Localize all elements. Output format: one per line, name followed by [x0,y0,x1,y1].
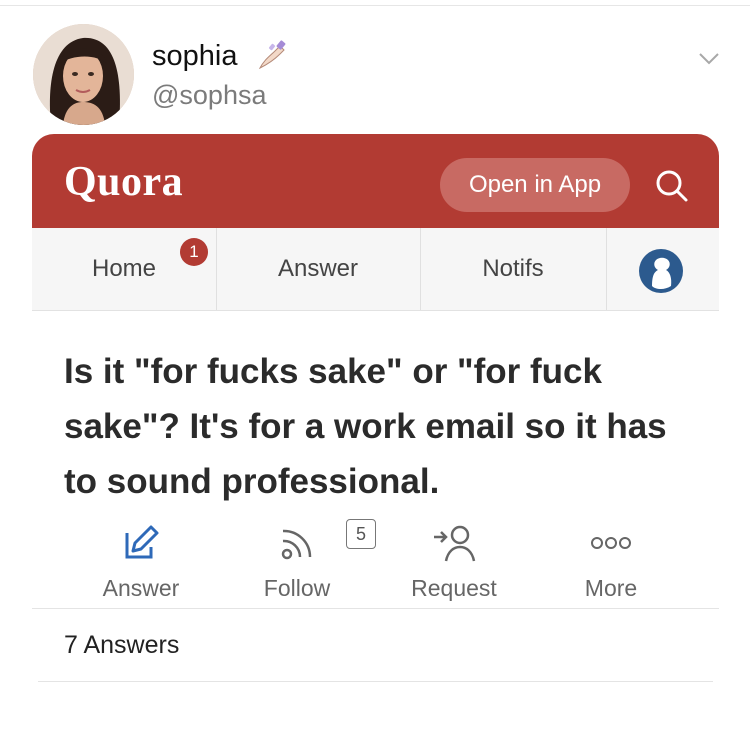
pencil-icon [76,521,206,565]
nav-home-label: Home [91,255,157,282]
top-divider [0,5,750,6]
more-dots-icon [546,521,676,565]
more-action-label: More [584,575,638,601]
notification-badge: 1 [180,238,208,266]
request-action[interactable]: Request [389,521,519,602]
open-in-app-button[interactable]: Open in App [440,158,630,212]
nail-polish-icon [256,38,290,77]
follow-count: 5 [346,519,376,549]
more-action[interactable]: More [546,521,676,602]
avatar[interactable] [33,24,134,125]
answer-action[interactable]: Answer [76,521,206,602]
handle[interactable]: @sophsa [152,80,266,111]
display-name[interactable]: sophia [152,40,237,73]
nav-answer-label: Answer [277,255,359,282]
nav-notifs[interactable]: Notifs [420,228,606,310]
rss-icon [232,521,362,565]
section-divider [32,608,719,609]
question-title[interactable]: Is it "for fucks sake" or "for fuck sake… [64,344,684,509]
nav-divider [606,228,607,310]
quora-header: Quora Open in App [32,134,719,228]
search-icon[interactable] [652,166,692,206]
quora-card: Quora Open in App Home 1 Answer Notifs I… [32,134,719,694]
bottom-divider [38,681,713,682]
nav-answer[interactable]: Answer [216,228,420,310]
nav-notifs-label: Notifs [482,255,544,282]
profile-icon[interactable] [638,248,684,294]
request-action-label: Request [411,575,497,601]
quora-nav: Home 1 Answer Notifs [32,228,719,311]
quora-logo[interactable]: Quora [64,158,183,206]
answers-count: 7 Answers [64,631,180,659]
request-user-icon [389,521,519,565]
follow-action-label: Follow [263,575,331,601]
answer-action-label: Answer [102,575,180,601]
follow-action[interactable]: Follow [232,521,362,602]
chevron-down-icon[interactable] [698,52,720,71]
